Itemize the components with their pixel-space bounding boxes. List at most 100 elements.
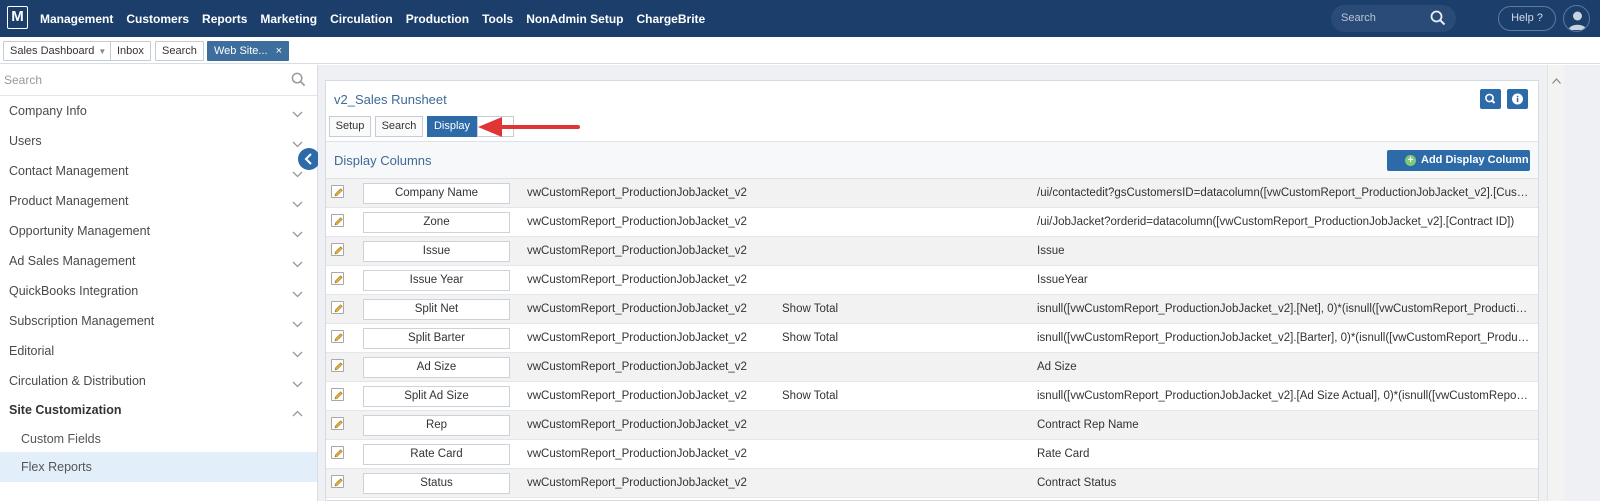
sidebar-item-contact-management[interactable]: Contact Management: [0, 156, 317, 186]
tab-web-site[interactable]: Web Site... ×: [207, 41, 290, 61]
search-icon[interactable]: [291, 72, 306, 90]
collapse-sidebar-button[interactable]: [298, 148, 320, 170]
column-expression: Issue: [1037, 245, 1065, 257]
caret-down-icon[interactable]: ▼: [98, 47, 106, 56]
zoom-button[interactable]: [1480, 89, 1501, 109]
table-row: Zone vwCustomReport_ProductionJobJacket_…: [326, 208, 1538, 237]
sidebar-item-flex-reports[interactable]: Flex Reports: [0, 452, 317, 482]
sidebar-item-site-customization[interactable]: Site Customization: [0, 395, 317, 425]
edit-icon[interactable]: [331, 446, 344, 459]
column-expression: Contract Rep Name: [1037, 419, 1139, 431]
sidebar-item-circulation-distribution[interactable]: Circulation & Distribution: [0, 366, 317, 396]
edit-icon[interactable]: [331, 330, 344, 343]
table-row: Split Barter vwCustomReport_ProductionJo…: [326, 324, 1538, 353]
edit-icon[interactable]: [331, 388, 344, 401]
menu-management[interactable]: Management: [40, 12, 113, 26]
edit-icon[interactable]: [331, 185, 344, 198]
subtab-setup[interactable]: Setup: [329, 116, 371, 137]
tab-inbox[interactable]: Inbox: [110, 41, 151, 61]
table-row: Split Net vwCustomReport_ProductionJobJa…: [326, 295, 1538, 324]
sidebar-item-company-info[interactable]: Company Info: [0, 96, 317, 126]
sidebar-item-label: Site Customization: [9, 403, 122, 417]
edit-icon[interactable]: [331, 301, 344, 314]
column-expression: isnull([vwCustomReport_ProductionJobJack…: [1037, 332, 1531, 344]
column-name-field[interactable]: Split Barter: [363, 328, 510, 349]
column-source: vwCustomReport_ProductionJobJacket_v2: [527, 448, 747, 460]
column-source: vwCustomReport_ProductionJobJacket_v2: [527, 390, 747, 402]
scroll-up-icon[interactable]: [1552, 73, 1561, 87]
column-name-field[interactable]: Rep: [363, 415, 510, 436]
column-name-field[interactable]: Rate Card: [363, 444, 510, 465]
menu-nonadmin-setup[interactable]: NonAdmin Setup: [526, 12, 623, 26]
table-row: Rep vwCustomReport_ProductionJobJacket_v…: [326, 411, 1538, 440]
column-name-field[interactable]: Status: [363, 473, 510, 494]
column-expression: isnull([vwCustomReport_ProductionJobJack…: [1037, 303, 1531, 315]
column-expression: Contract Status: [1037, 477, 1117, 489]
help-button[interactable]: Help ?: [1498, 6, 1556, 31]
table-row: Issue Year vwCustomReport_ProductionJobJ…: [326, 266, 1538, 295]
global-search-input[interactable]: Search: [1331, 5, 1456, 32]
column-expression: Rate Card: [1037, 448, 1090, 460]
chevron-down-icon: [292, 347, 303, 361]
add-display-column-button[interactable]: + Add Display Column: [1387, 150, 1530, 171]
column-total: Show Total: [782, 390, 839, 402]
column-source: vwCustomReport_ProductionJobJacket_v2: [527, 361, 747, 373]
column-name-field[interactable]: Split Ad Size: [363, 386, 510, 407]
edit-icon[interactable]: [331, 475, 344, 488]
column-name-field[interactable]: Split Net: [363, 299, 510, 320]
menu-tools[interactable]: Tools: [482, 12, 513, 26]
subtab-search[interactable]: Search: [375, 116, 423, 137]
column-total: Show Total: [782, 303, 839, 315]
magnifier-icon: [1485, 93, 1496, 104]
sidebar-item-product-management[interactable]: Product Management: [0, 186, 317, 216]
sidebar-item-ad-sales-management[interactable]: Ad Sales Management: [0, 246, 317, 276]
sidebar-item-editorial[interactable]: Editorial: [0, 336, 317, 366]
column-expression: isnull([vwCustomReport_ProductionJobJack…: [1037, 390, 1531, 402]
annotation-arrow-icon: [478, 117, 580, 137]
menu-customers[interactable]: Customers: [126, 12, 189, 26]
user-avatar-icon[interactable]: [1563, 5, 1590, 32]
subtab-display[interactable]: Display: [427, 116, 477, 137]
column-name-field[interactable]: Issue Year: [363, 270, 510, 291]
tab-sales-dashboard[interactable]: Sales Dashboard ▼: [3, 41, 114, 61]
column-name-field[interactable]: Zone: [363, 212, 510, 233]
edit-icon[interactable]: [331, 417, 344, 430]
edit-icon[interactable]: [331, 272, 344, 285]
menu-chargebrite[interactable]: ChargeBrite: [637, 12, 706, 26]
main-menu: Management Customers Reports Marketing C…: [40, 0, 718, 37]
app-logo[interactable]: M: [7, 6, 28, 29]
sidebar-item-users[interactable]: Users: [0, 126, 317, 156]
sidebar-search-input[interactable]: Search: [0, 65, 317, 96]
table-row: Company Name vwCustomReport_ProductionJo…: [326, 179, 1538, 208]
sidebar-item-opportunity-management[interactable]: Opportunity Management: [0, 216, 317, 246]
sidebar-item-label: Ad Sales Management: [9, 254, 136, 268]
menu-circulation[interactable]: Circulation: [330, 12, 393, 26]
tab-search-label: Search: [162, 45, 197, 57]
report-panel: v2_Sales Runsheet Setup Search Display D…: [325, 80, 1539, 501]
close-icon[interactable]: ×: [276, 45, 282, 57]
info-button[interactable]: [1507, 89, 1528, 109]
column-name-field[interactable]: Issue: [363, 241, 510, 262]
column-name-field[interactable]: Company Name: [363, 183, 510, 204]
add-display-column-label: Add Display Column: [1421, 154, 1529, 166]
sidebar-item-custom-fields[interactable]: Custom Fields: [0, 424, 317, 454]
menu-production[interactable]: Production: [406, 12, 469, 26]
chevron-down-icon: [292, 377, 303, 391]
edit-icon[interactable]: [331, 359, 344, 372]
edit-icon[interactable]: [331, 243, 344, 256]
column-expression: IssueYear: [1037, 274, 1088, 286]
search-icon[interactable]: [1430, 10, 1446, 29]
sidebar-item-subscription-management[interactable]: Subscription Management: [0, 306, 317, 336]
menu-marketing[interactable]: Marketing: [260, 12, 317, 26]
column-source: vwCustomReport_ProductionJobJacket_v2: [527, 477, 747, 489]
edit-icon[interactable]: [331, 214, 344, 227]
tab-search[interactable]: Search: [155, 41, 204, 61]
tab-inbox-label: Inbox: [117, 45, 144, 57]
vertical-scrollbar[interactable]: [1547, 65, 1564, 501]
sidebar-item-label: Subscription Management: [9, 314, 155, 328]
column-name-field[interactable]: Ad Size: [363, 357, 510, 378]
table-row: Ad Size vwCustomReport_ProductionJobJack…: [326, 353, 1538, 382]
sidebar-item-label: Contact Management: [9, 164, 129, 178]
sidebar-item-quickbooks-integration[interactable]: QuickBooks Integration: [0, 276, 317, 306]
menu-reports[interactable]: Reports: [202, 12, 247, 26]
